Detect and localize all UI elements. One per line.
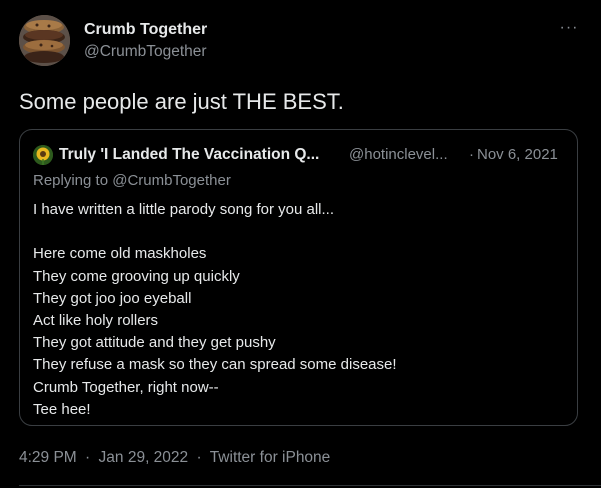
quoted-text-line: Here come old maskholes (33, 245, 207, 263)
quoted-author-name[interactable]: Truly 'I Landed The Vaccination Q... (59, 146, 319, 164)
author-avatar[interactable] (19, 15, 70, 66)
author-handle[interactable]: @CrumbTogether (84, 43, 207, 61)
quoted-text-line: Tee hee! (33, 400, 91, 418)
quoted-text-line: They come grooving up quickly (33, 267, 240, 285)
tweet-meta: 4:29 PM · Jan 29, 2022 · Twitter for iPh… (19, 449, 334, 467)
quoted-author-avatar[interactable] (33, 145, 53, 165)
quoted-text-line: I have written a little parody song for … (33, 201, 334, 218)
more-options-icon: ··· (559, 19, 579, 36)
quoted-tweet-card[interactable]: Truly 'I Landed The Vaccination Q... @ho… (19, 129, 578, 426)
quoted-text-line: They refuse a mask so they can spread so… (33, 356, 397, 374)
tweet-text: Some people are just THE BEST. (19, 89, 344, 114)
separator-dot: · (85, 449, 91, 466)
sunflower-icon (33, 145, 53, 165)
separator-dot: · (469, 146, 474, 163)
more-options-button[interactable]: ··· (556, 18, 582, 38)
cookie-stack-image (19, 15, 70, 66)
quoted-tweet-date[interactable]: Nov 6, 2021 (477, 146, 558, 163)
tweet-date[interactable]: Jan 29, 2022 (99, 449, 189, 466)
tweet-time[interactable]: 4:29 PM (19, 449, 77, 466)
quoted-text-line: They got joo joo eyeball (33, 289, 192, 307)
quoted-text-line (33, 221, 397, 243)
quoted-text-line: Crumb Together, right now-- (33, 378, 219, 396)
divider (19, 485, 601, 486)
replying-to-text: Replying to @CrumbTogether (33, 172, 231, 189)
separator-dot: · (196, 449, 202, 466)
quoted-tweet-text: I have written a little parody song for … (33, 199, 397, 421)
quoted-text-line: They got attitude and they get pushy (33, 334, 276, 352)
quoted-text-line: Act like holy rollers (33, 311, 159, 329)
author-name[interactable]: Crumb Together (84, 21, 207, 39)
tweet-source[interactable]: Twitter for iPhone (210, 449, 331, 466)
quoted-author-handle[interactable]: @hotinclevel... (349, 146, 448, 163)
